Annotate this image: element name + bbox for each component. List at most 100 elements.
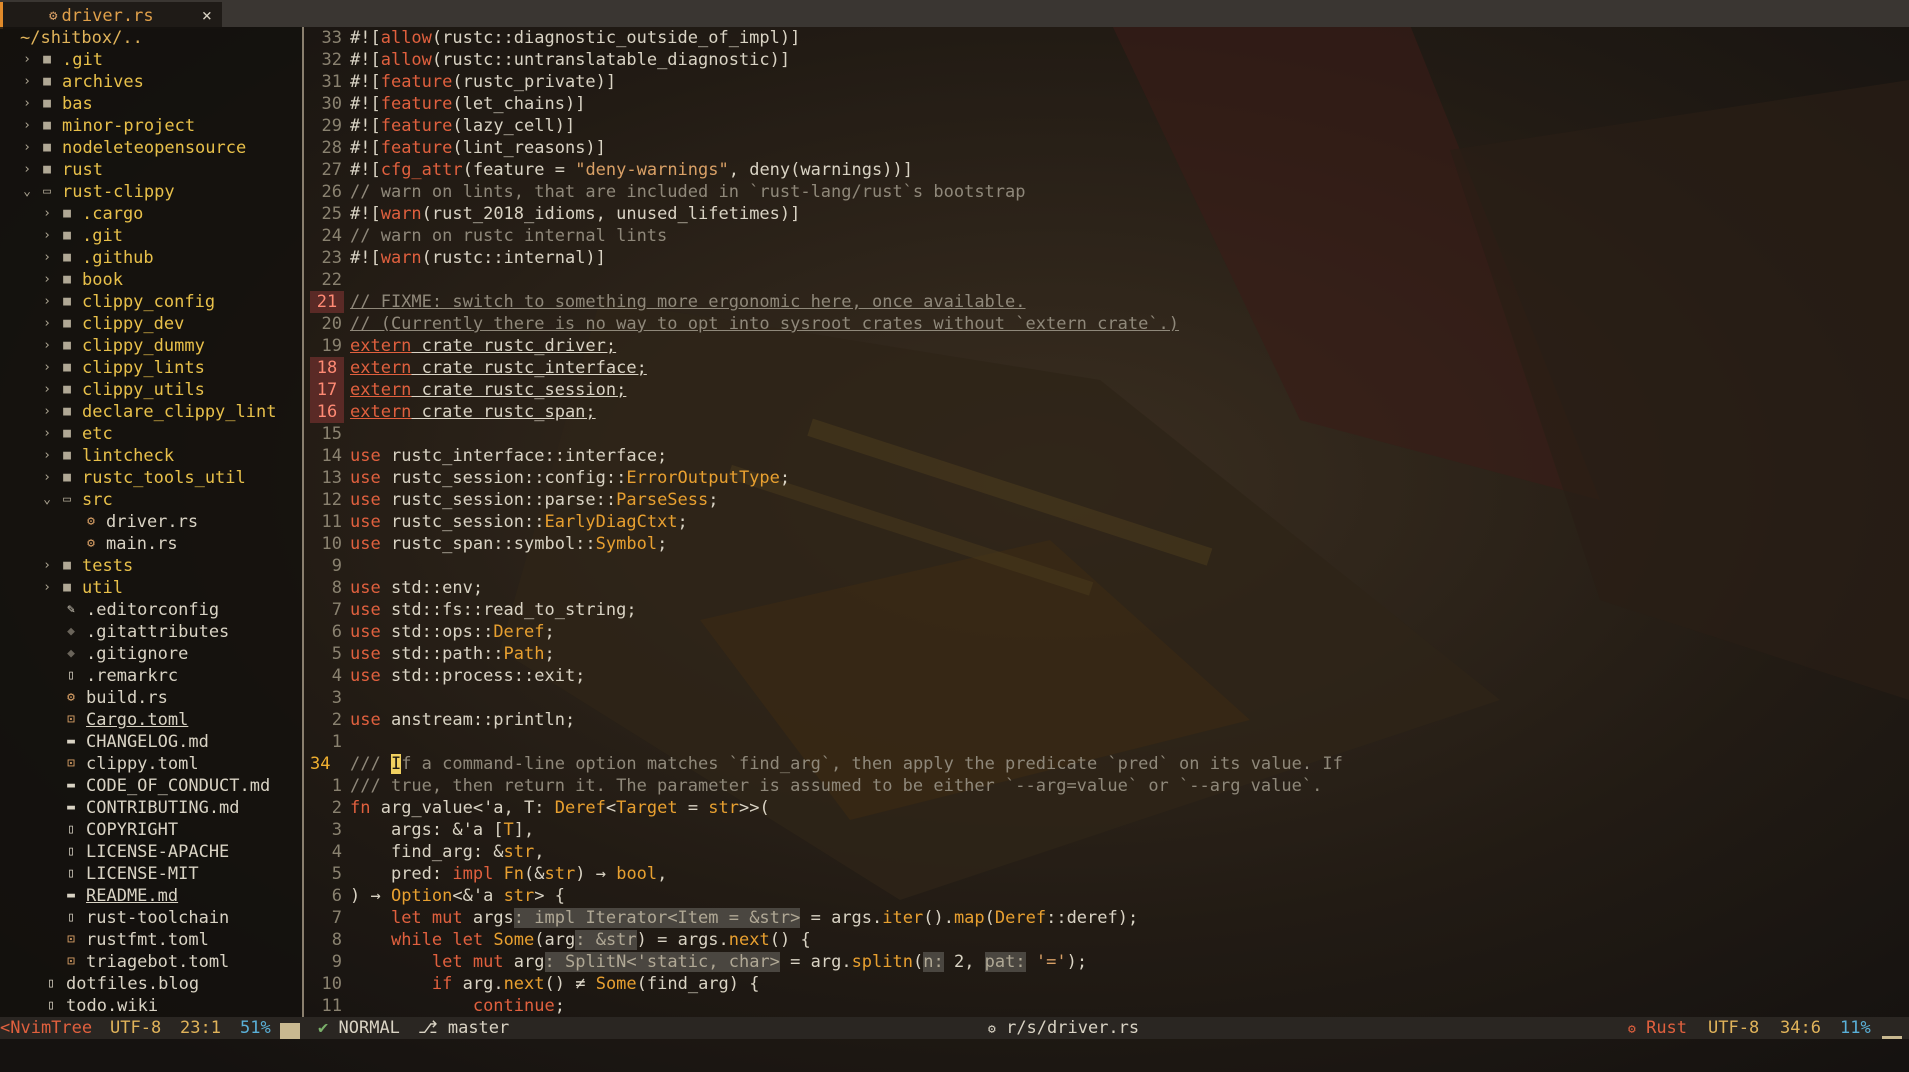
tree-item-label: dotfiles.blog <box>66 974 200 994</box>
code-line[interactable]: 31 #![feature(rustc_private)] <box>306 71 1909 93</box>
tree-folder[interactable]: › ■ .github <box>40 247 154 269</box>
code-editor[interactable]: 33 #![allow(rustc::diagnostic_outside_of_… <box>306 27 1909 1017</box>
tree-file[interactable]: ▬ CHANGELOG.md <box>58 731 209 753</box>
code-line[interactable]: 17 extern crate rustc_session; <box>306 379 1909 401</box>
tree-file[interactable]: ▯ rust-toolchain <box>58 907 229 929</box>
code-line[interactable]: 22 <box>306 269 1909 291</box>
tree-file[interactable]: ◆ .gitignore <box>58 643 188 665</box>
code-line[interactable]: 30 #![feature(let_chains)] <box>306 93 1909 115</box>
tree-file[interactable]: ▯ LICENSE-APACHE <box>58 841 229 863</box>
code-text: #![warn(rust_2018_idioms, unused_lifetim… <box>350 203 800 225</box>
tree-folder[interactable]: › ■ etc <box>40 423 113 445</box>
code-line[interactable]: 19 extern crate rustc_driver; <box>306 335 1909 357</box>
code-line[interactable]: 8 use std::env; <box>306 577 1909 599</box>
code-line[interactable]: 11 continue; <box>306 995 1909 1017</box>
code-line[interactable]: 1 <box>306 731 1909 753</box>
tree-folder[interactable]: › ■ declare_clippy_lint <box>40 401 276 423</box>
code-line[interactable]: 5 pred: impl Fn(&str) → bool, <box>306 863 1909 885</box>
tree-file[interactable]: ⊡ Cargo.toml <box>58 709 188 731</box>
code-line[interactable]: 12 use rustc_session::parse::ParseSess; <box>306 489 1909 511</box>
code-token: cfg_attr <box>380 160 463 180</box>
tree-file[interactable]: ▬ CONTRIBUTING.md <box>58 797 239 819</box>
tree-file[interactable]: ▬ README.md <box>58 885 178 907</box>
tree-folder[interactable]: ⌄ ▭ src <box>40 489 113 511</box>
code-line[interactable]: 2 fn arg_value<'a, T: Deref<Target = str>… <box>306 797 1909 819</box>
code-line[interactable]: 6 use std::ops::Deref; <box>306 621 1909 643</box>
tree-folder[interactable]: › ■ clippy_utils <box>40 379 205 401</box>
tree-item-label: driver.rs <box>106 512 199 532</box>
code-line[interactable]: 23 #![warn(rustc::internal)] <box>306 247 1909 269</box>
tree-file[interactable]: ▯ COPYRIGHT <box>58 819 178 841</box>
code-line[interactable]: 34 /// If a command-line option matches `… <box>306 753 1909 775</box>
code-line[interactable]: 10 use rustc_span::symbol::Symbol; <box>306 533 1909 555</box>
tree-folder[interactable]: › ■ .cargo <box>40 203 143 225</box>
tree-file[interactable]: ◆ .gitattributes <box>58 621 229 643</box>
tree-file[interactable]: ⊡ triagebot.toml <box>58 951 229 973</box>
code-line[interactable]: 20 // (Currently there is no way to opt i… <box>306 313 1909 335</box>
tree-folder[interactable]: › ■ archives <box>20 71 144 93</box>
code-line[interactable]: 9 let mut arg: SplitN<'static, char> = a… <box>306 951 1909 973</box>
tree-file[interactable]: ⊡ clippy.toml <box>58 753 199 775</box>
tree-file[interactable]: ▯ .remarkrc <box>58 665 178 687</box>
code-line[interactable]: 10 if arg.next() ≠ Some(find_arg) { <box>306 973 1909 995</box>
code-line[interactable]: 1 /// true, then return it. The parameter… <box>306 775 1909 797</box>
code-line[interactable]: 2 use anstream::println; <box>306 709 1909 731</box>
code-line[interactable]: 14 use rustc_interface::interface; <box>306 445 1909 467</box>
code-line[interactable]: 15 <box>306 423 1909 445</box>
tree-folder[interactable]: › ■ .git <box>20 49 103 71</box>
tree-folder[interactable]: › ■ minor-project <box>20 115 195 137</box>
tree-file[interactable]: ⚙ driver.rs <box>78 511 198 533</box>
code-line[interactable]: 21 // FIXME: switch to something more erg… <box>306 291 1909 313</box>
code-line[interactable]: 29 #![feature(lazy_cell)] <box>306 115 1909 137</box>
code-line[interactable]: 8 while let Some(arg: &str) = args.next(… <box>306 929 1909 951</box>
tree-file[interactable]: ▯ todo.wiki <box>38 995 158 1017</box>
code-line[interactable]: 27 #![cfg_attr(feature = "deny-warnings",… <box>306 159 1909 181</box>
tree-folder[interactable]: › ■ rustc_tools_util <box>40 467 246 489</box>
code-line[interactable]: 3 args: &'a [T], <box>306 819 1909 841</box>
code-line[interactable]: 32 #![allow(rustc::untranslatable_diagnos… <box>306 49 1909 71</box>
code-line[interactable]: 6) → Option<&'a str> { <box>306 885 1909 907</box>
rust-icon: ⚙ <box>49 7 58 24</box>
tree-item-label: triagebot.toml <box>86 952 230 972</box>
tree-file[interactable]: ⚙ build.rs <box>58 687 168 709</box>
close-icon[interactable]: × <box>202 6 212 26</box>
code-line[interactable]: 24 // warn on rustc internal lints <box>306 225 1909 247</box>
tree-folder[interactable]: › ■ clippy_dev <box>40 313 184 335</box>
tree-file[interactable]: ▯ LICENSE-MIT <box>58 863 199 885</box>
tree-folder[interactable]: › ■ clippy_config <box>40 291 215 313</box>
code-line[interactable]: 18 extern crate rustc_interface; <box>306 357 1909 379</box>
code-line[interactable]: 33 #![allow(rustc::diagnostic_outside_of_… <box>306 27 1909 49</box>
tree-folder[interactable]: › ■ nodeleteopensource <box>20 137 246 159</box>
code-line[interactable]: 26 // warn on lints, that are included in… <box>306 181 1909 203</box>
code-line[interactable]: 4 find_arg: &str, <box>306 841 1909 863</box>
code-line[interactable]: 7 let mut args: impl Iterator<Item = &st… <box>306 907 1909 929</box>
tree-folder[interactable]: › ■ tests <box>40 555 133 577</box>
code-line[interactable]: 5 use std::path::Path; <box>306 643 1909 665</box>
tree-file[interactable]: ▬ CODE_OF_CONDUCT.md <box>58 775 270 797</box>
tree-file[interactable]: ⚙ main.rs <box>78 533 178 555</box>
code-line[interactable]: 3 <box>306 687 1909 709</box>
tree-folder[interactable]: ⌄ ▭ rust-clippy <box>20 181 175 203</box>
tree-file[interactable]: ⊡ rustfmt.toml <box>58 929 209 951</box>
tree-folder[interactable]: › ■ bas <box>20 93 93 115</box>
code-line[interactable]: 7 use std::fs::read_to_string; <box>306 599 1909 621</box>
code-line[interactable]: 13 use rustc_session::config::ErrorOutput… <box>306 467 1909 489</box>
code-line[interactable]: 9 <box>306 555 1909 577</box>
tree-folder[interactable]: › ■ clippy_dummy <box>40 335 205 357</box>
tree-file[interactable]: ✎ .editorconfig <box>58 599 219 621</box>
code-token: pred: <box>350 864 453 884</box>
tree-file[interactable]: ▯ dotfiles.blog <box>38 973 199 995</box>
code-line[interactable]: 16 extern crate rustc_span; <box>306 401 1909 423</box>
tree-folder[interactable]: › ■ lintcheck <box>40 445 174 467</box>
code-line[interactable]: 4 use std::process::exit; <box>306 665 1909 687</box>
code-line[interactable]: 25 #![warn(rust_2018_idioms, unused_lifet… <box>306 203 1909 225</box>
tree-folder[interactable]: › ■ clippy_lints <box>40 357 205 379</box>
tree-folder[interactable]: › ■ book <box>40 269 123 291</box>
tab-driver-rs[interactable]: ⚙ driver.rs × <box>0 2 222 29</box>
tree-folder[interactable]: › ■ rust <box>20 159 103 181</box>
tree-folder[interactable]: › ■ util <box>40 577 123 599</box>
tree-folder[interactable]: › ■ .git <box>40 225 123 247</box>
code-line[interactable]: 28 #![feature(lint_reasons)] <box>306 137 1909 159</box>
code-line[interactable]: 11 use rustc_session::EarlyDiagCtxt; <box>306 511 1909 533</box>
